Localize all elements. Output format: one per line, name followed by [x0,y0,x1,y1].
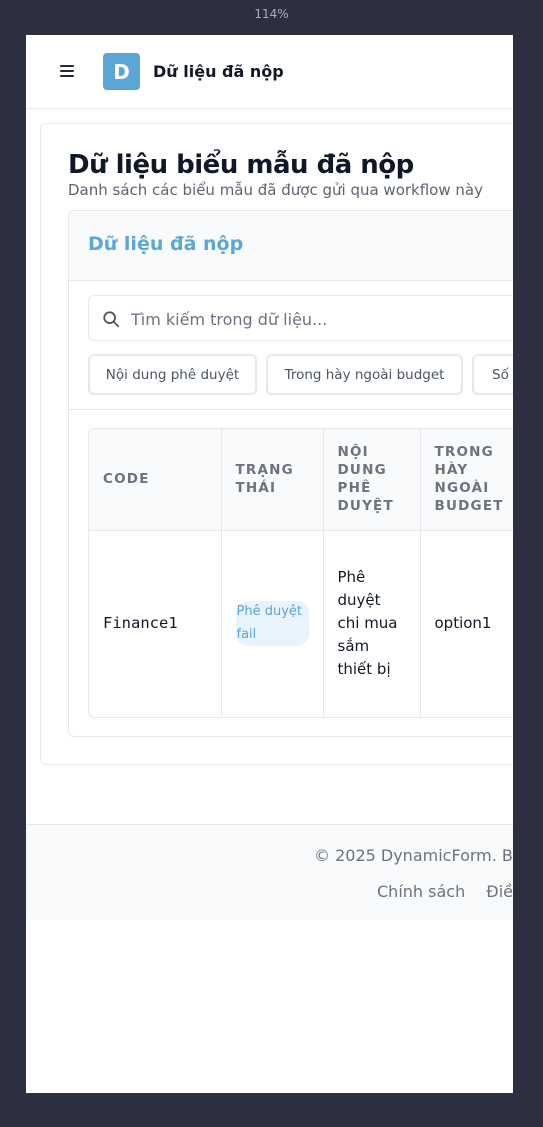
zoom-indicator: 114% [254,7,289,21]
page-title: Dữ liệu biểu mẫu đã nộp [68,150,414,180]
app-header: D Dữ liệu đã nộp [26,35,513,109]
panel-header: Dữ liệu đã nộp [69,211,513,281]
column-header-code[interactable]: CODE [89,429,222,531]
app-frame: D Dữ liệu đã nộp Dữ liệu biểu mẫu đã nộp… [26,35,513,1093]
status-badge: Phê duyệt fail [235,601,309,647]
divider [69,409,513,410]
footer-link-terms[interactable]: Điều [486,882,513,901]
table-row[interactable]: Finance1 Phê duyệt fail Phê duyệt chi mu… [89,530,513,717]
submissions-table: CODE TRẠNG THÁI NỘI DUNG PHÊ DUYỆT TRONG… [88,428,513,718]
column-header-status[interactable]: TRẠNG THÁI [221,429,324,531]
search-icon [103,311,120,328]
filter-chip-budget[interactable]: Trong hày ngoài budget [266,354,463,395]
search-box [88,295,513,341]
cell-content: Phê duyệt chi mua sắm thiết bị [323,530,421,717]
cell-code: Finance1 [89,530,222,717]
panel-title: Dữ liệu đã nộp [88,233,244,255]
cell-budget: option1 [420,530,513,717]
page-subtitle: Danh sách các biểu mẫu đã được gửi qua w… [68,181,483,199]
filter-chip-noi-dung[interactable]: Nội dung phê duyệt [88,354,257,395]
footer-links: Chính sách Điều [377,882,513,901]
search-input[interactable] [131,306,513,332]
app-logo: D [103,53,140,90]
filter-chip-so[interactable]: Số [472,354,513,395]
hamburger-menu-icon[interactable] [60,65,74,77]
column-header-content[interactable]: NỘI DUNG PHÊ DUYỆT [323,429,421,531]
footer-link-policy[interactable]: Chính sách [377,882,465,901]
column-header-budget[interactable]: TRONG HÀY NGOÀI BUDGET [420,429,513,531]
page-footer: © 2025 DynamicForm. Bản Chính sách Điều [26,824,513,920]
header-title: Dữ liệu đã nộp [153,62,284,81]
table-header-row: CODE TRẠNG THÁI NỘI DUNG PHÊ DUYỆT TRONG… [89,429,513,531]
submissions-panel: Dữ liệu đã nộp Nội dung phê duyệt Trong … [68,210,513,737]
cell-status: Phê duyệt fail [221,530,324,717]
copyright-text: © 2025 DynamicForm. Bản [314,846,513,865]
